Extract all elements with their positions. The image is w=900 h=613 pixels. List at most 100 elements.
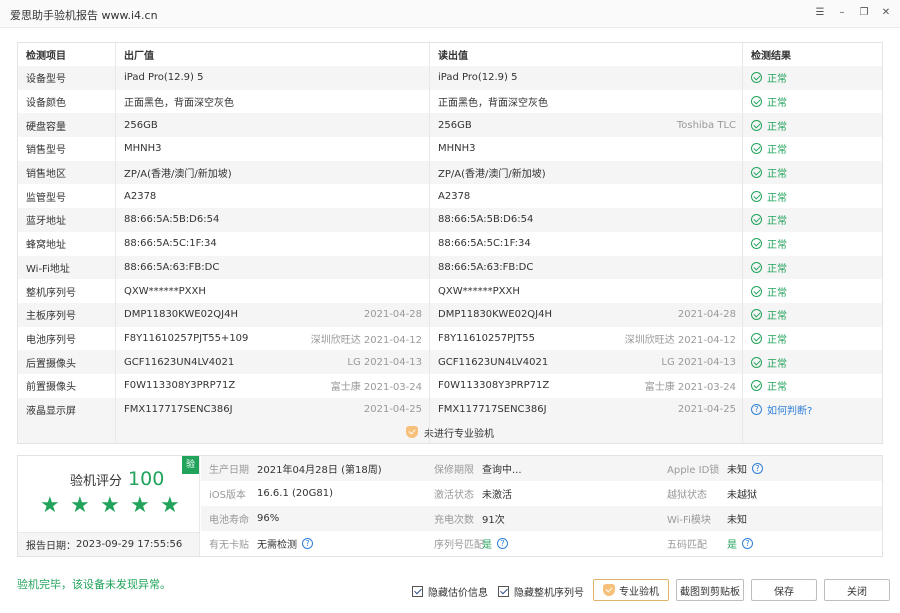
row-result: 正常 bbox=[751, 256, 881, 280]
help-icon[interactable]: ? bbox=[497, 538, 508, 549]
check-circle-icon bbox=[751, 119, 762, 131]
row-factory-value: 88:66:5A:5B:D6:54 bbox=[124, 214, 220, 226]
star-icon: ★ bbox=[70, 493, 90, 518]
info-value: 无需检测 bbox=[257, 540, 297, 551]
close-icon[interactable]: ✕ bbox=[880, 6, 892, 20]
help-icon[interactable]: ? bbox=[302, 538, 313, 549]
checkbox-checked-icon bbox=[412, 586, 423, 597]
row-item: 销售地区 bbox=[26, 169, 66, 181]
row-factory-value: A2378 bbox=[124, 190, 157, 202]
result-text: 正常 bbox=[767, 216, 787, 228]
how-to-judge-link[interactable]: 如何判断? bbox=[767, 402, 812, 417]
check-circle-icon bbox=[751, 380, 762, 392]
row-read-meta: LG 2021-04-13 bbox=[661, 356, 736, 368]
minimize-icon[interactable]: – bbox=[836, 6, 848, 20]
info-field: Apple ID锁 未知? bbox=[667, 456, 763, 481]
info-row: iOS版本 16.6.1 (20G81) 激活状态 未激活 越狱状态 未越狱 bbox=[201, 481, 882, 506]
info-field: 五码匹配 是? bbox=[667, 531, 753, 556]
check-circle-icon bbox=[751, 96, 762, 108]
info-field: Wi-Fi模块 未知 bbox=[667, 506, 747, 531]
menu-icon[interactable]: ☰ bbox=[814, 6, 826, 20]
info-field: 保修期限 查询中... bbox=[434, 456, 522, 481]
divider bbox=[429, 43, 430, 444]
score-summary: 验机评分 100 验 ★ ★ ★ ★ ★ 报告日期： 2023-09-29 17:55:… bbox=[18, 456, 200, 556]
row-read-value: 88:66:5A:5C:1F:34 bbox=[438, 238, 531, 250]
verified-badge: 验 bbox=[182, 456, 199, 474]
row-read-value: 正面黑色，背面深空灰色 bbox=[438, 98, 548, 110]
score-label: 验机评分 bbox=[70, 474, 123, 489]
close-button[interactable]: 关闭 bbox=[824, 579, 890, 601]
copy-screenshot-button[interactable]: 截图到剪贴板 bbox=[676, 579, 744, 601]
help-icon[interactable]: ? bbox=[742, 538, 753, 549]
result-text: 正常 bbox=[767, 98, 787, 110]
pro-check-hint[interactable]: 未进行专业验机 bbox=[18, 421, 882, 444]
star-rating: ★ ★ ★ ★ ★ bbox=[40, 493, 180, 518]
row-read-meta: Toshiba TLC bbox=[676, 119, 736, 131]
title-bar: 爱思助手验机报告 www.i4.cn ☰ – ❐ ✕ bbox=[0, 0, 900, 28]
info-value: 96% bbox=[257, 513, 280, 524]
row-result: 正常 bbox=[751, 184, 881, 208]
score-title: 验机评分 100 bbox=[70, 468, 164, 490]
shield-icon bbox=[603, 584, 615, 596]
save-button[interactable]: 保存 bbox=[751, 579, 817, 601]
table-row: 前置摄像头 F0W113308Y3PRP71Z 富士康 2021-03-24 F0W1… bbox=[18, 374, 882, 398]
check-circle-icon bbox=[751, 285, 762, 297]
result-text: 正常 bbox=[767, 145, 787, 157]
window-title: 爱思助手验机报告 www.i4.cn bbox=[10, 9, 158, 22]
result-text: 正常 bbox=[767, 263, 787, 275]
check-circle-icon bbox=[751, 356, 762, 368]
info-field: 生产日期 2021年04月28日 (第18周) bbox=[209, 456, 382, 481]
check-circle-icon bbox=[751, 167, 762, 179]
row-item: 整机序列号 bbox=[26, 287, 76, 299]
info-value: 未激活 bbox=[482, 490, 512, 501]
table-row: 销售地区 ZP/A(香港/澳门/新加坡) ZP/A(香港/澳门/新加坡) 正常 bbox=[18, 160, 882, 185]
check-circle-icon bbox=[751, 72, 762, 84]
row-factory-meta: 2021-04-28 bbox=[363, 309, 422, 321]
info-field: 序列号匹配是? bbox=[434, 531, 508, 556]
row-read-value: iPad Pro(12.9) 5 bbox=[438, 72, 518, 84]
star-icon: ★ bbox=[100, 493, 120, 518]
info-value: 16.6.1 (20G81) bbox=[257, 488, 333, 499]
row-factory-value: 256GB bbox=[124, 119, 158, 131]
row-result: 正常 bbox=[751, 303, 881, 327]
info-value: 未知 bbox=[727, 465, 747, 476]
row-item: 前置摄像头 bbox=[26, 382, 76, 394]
result-text: 正常 bbox=[767, 382, 787, 394]
row-read-value: 88:66:5A:63:FB:DC bbox=[438, 261, 534, 273]
info-value: 是 bbox=[482, 540, 492, 551]
row-result: 正常 bbox=[751, 232, 881, 256]
hide-serial-checkbox[interactable]: 隐藏整机序列号 bbox=[498, 584, 584, 599]
row-result: 正常 bbox=[751, 161, 881, 185]
row-factory-value: iPad Pro(12.9) 5 bbox=[124, 72, 204, 84]
row-read-value: 88:66:5A:5B:D6:54 bbox=[438, 214, 534, 226]
help-icon[interactable]: ? bbox=[752, 463, 763, 474]
row-factory-value: 88:66:5A:63:FB:DC bbox=[124, 261, 220, 273]
close-label: 关闭 bbox=[847, 586, 867, 598]
table-row: 后置摄像头 GCF11623UN4LV4021 LG 2021-04-13 GCF11… bbox=[18, 350, 882, 374]
pro-check-button[interactable]: 专业验机 bbox=[593, 579, 669, 601]
row-read-meta: 富士康 2021-03-24 bbox=[644, 382, 736, 394]
row-result[interactable]: ? 如何判断? bbox=[751, 398, 881, 422]
row-result: 正常 bbox=[751, 374, 881, 398]
info-field: 有无卡贴 无需检测? bbox=[209, 531, 313, 556]
header-result: 检测结果 bbox=[751, 51, 791, 62]
info-key: iOS版本 bbox=[209, 490, 246, 501]
save-label: 保存 bbox=[774, 586, 794, 598]
table-row: 主板序列号 DMP11830KWE02QJ4H 2021-04-28 DMP11830… bbox=[18, 302, 882, 327]
row-factory-meta: 富士康 2021-03-24 bbox=[330, 382, 422, 394]
restore-icon[interactable]: ❐ bbox=[858, 6, 870, 20]
row-result: 正常 bbox=[751, 113, 881, 137]
verdict-text: 验机完毕，该设备未发现异常。 bbox=[17, 578, 171, 591]
row-result: 正常 bbox=[751, 137, 881, 161]
info-row: 有无卡贴 无需检测? 序列号匹配是? 五码匹配是? bbox=[201, 531, 882, 556]
shield-icon bbox=[406, 426, 418, 439]
star-icon: ★ bbox=[40, 493, 60, 518]
check-table: 检测项目 出厂值 读出值 检测结果 设备型号 iPad Pro(12.9) 5 iP… bbox=[17, 42, 883, 445]
star-icon: ★ bbox=[130, 493, 150, 518]
check-circle-icon bbox=[751, 214, 762, 226]
score-panel: 验机评分 100 验 ★ ★ ★ ★ ★ 报告日期： 2023-09-29 17:55:… bbox=[17, 455, 883, 557]
info-key: 生产日期 bbox=[209, 465, 249, 476]
row-factory-value: ZP/A(香港/澳门/新加坡) bbox=[124, 169, 232, 181]
row-result: 正常 bbox=[751, 90, 881, 114]
hide-price-checkbox[interactable]: 隐藏估价信息 bbox=[412, 584, 488, 599]
